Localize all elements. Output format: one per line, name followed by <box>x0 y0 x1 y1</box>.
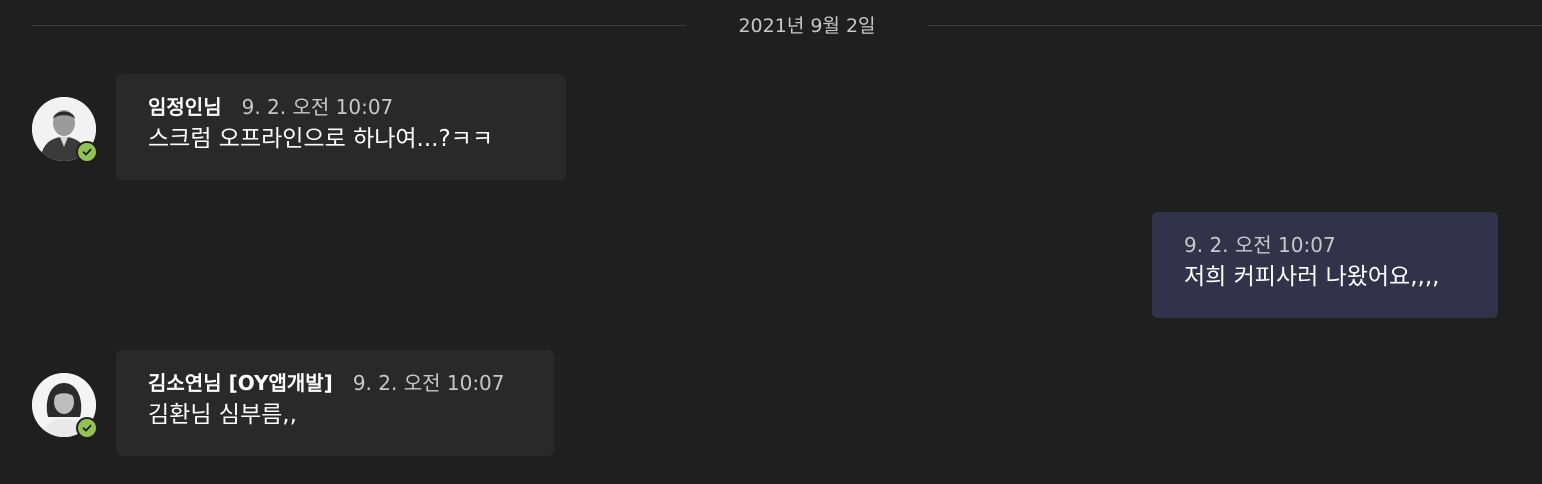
presence-available-icon <box>76 141 98 163</box>
message-text: 저희 커피사러 나왔어요,,,, <box>1184 264 1440 290</box>
divider-line-left <box>32 25 686 26</box>
sender-name[interactable]: 김소연님 [OY앱개발] <box>148 368 333 398</box>
message-text: 스크럼 오프라인으로 하나여...?ㅋㅋ <box>148 126 494 152</box>
message-time: 9. 2. 오전 10:07 <box>1184 233 1336 257</box>
message-header: 9. 2. 오전 10:07 <box>1184 230 1466 260</box>
message-text: 김환님 심부름,, <box>148 402 297 428</box>
sender-name[interactable]: 임정인님 <box>148 92 222 122</box>
date-divider: 2021년 9월 2일 <box>32 12 1542 40</box>
message-header: 김소연님 [OY앱개발] 9. 2. 오전 10:07 <box>148 368 522 398</box>
chat-thread: 2021년 9월 2일 임정인님 9. 2. 오전 10:07 스크럼 오프라인… <box>0 0 1542 484</box>
message-time: 9. 2. 오전 10:07 <box>241 95 394 119</box>
presence-available-icon <box>76 417 98 439</box>
avatar-lim[interactable] <box>32 97 98 163</box>
divider-line-right <box>928 25 1542 26</box>
check-icon <box>82 424 92 432</box>
message-bubble[interactable]: 임정인님 9. 2. 오전 10:07 스크럼 오프라인으로 하나여...?ㅋㅋ <box>116 74 566 180</box>
avatar-kim[interactable] <box>32 373 98 439</box>
date-label: 2021년 9월 2일 <box>738 15 876 37</box>
message-bubble[interactable]: 김소연님 [OY앱개발] 9. 2. 오전 10:07 김환님 심부름,, <box>116 350 554 456</box>
message-time: 9. 2. 오전 10:07 <box>352 371 505 395</box>
my-message-bubble[interactable]: 9. 2. 오전 10:07 저희 커피사러 나왔어요,,,, <box>1152 212 1498 318</box>
check-icon <box>82 148 92 156</box>
message-header: 임정인님 9. 2. 오전 10:07 <box>148 92 534 122</box>
